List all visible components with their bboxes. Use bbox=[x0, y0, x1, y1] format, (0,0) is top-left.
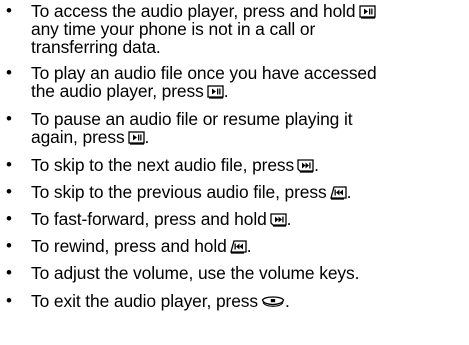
play-pause-key-icon bbox=[358, 5, 376, 19]
instruction-document: • To access the audio player, press and … bbox=[0, 0, 469, 345]
list-item: • To skip to the next audio file, press. bbox=[6, 155, 319, 175]
list-item: • To exit the audio player, press. bbox=[6, 291, 290, 311]
list-item: • To pause an audio file or resume playi… bbox=[6, 109, 353, 147]
instruction-text: To skip to the previous audio file, pres… bbox=[31, 182, 327, 202]
list-item: • To rewind, press and hold. bbox=[6, 236, 252, 256]
instruction-text: To fast-forward, press and hold bbox=[31, 209, 267, 229]
instruction-text: To pause an audio file or resume playing… bbox=[31, 109, 353, 129]
bullet: • bbox=[6, 109, 12, 128]
instruction-text: To access the audio player, press and ho… bbox=[31, 1, 356, 21]
list-item: • To skip to the previous audio file, pr… bbox=[6, 182, 352, 202]
list-item: • To fast-forward, press and hold. bbox=[6, 209, 292, 229]
instruction-text: transferring data. bbox=[31, 37, 161, 57]
previous-track-key-icon bbox=[229, 240, 247, 254]
instruction-text: the audio player, press bbox=[31, 81, 204, 101]
bullet: • bbox=[6, 182, 12, 201]
bullet: • bbox=[6, 263, 12, 282]
instruction-text: any time your phone is not in a call or bbox=[31, 19, 316, 39]
bullet: • bbox=[6, 1, 12, 20]
instruction-text: To adjust the volume, use the volume key… bbox=[31, 263, 360, 283]
next-track-key-icon bbox=[270, 213, 287, 227]
instruction-text: To exit the audio player, press bbox=[31, 291, 258, 311]
end-key-icon bbox=[261, 295, 285, 309]
instruction-text: To rewind, press and hold bbox=[31, 236, 227, 256]
list-item: • To play an audio file once you have ac… bbox=[6, 63, 377, 101]
list-item: • To access the audio player, press and … bbox=[0, 2, 376, 56]
list-item: • To adjust the volume, use the volume k… bbox=[0, 263, 360, 283]
bullet: • bbox=[6, 291, 12, 310]
bullet: • bbox=[6, 236, 12, 255]
instruction-text: To skip to the next audio file, press bbox=[31, 155, 295, 175]
previous-track-key-icon bbox=[329, 186, 347, 200]
instruction-text: again, press bbox=[31, 127, 125, 147]
instruction-text: To play an audio file once you have acce… bbox=[31, 63, 377, 83]
bullet: • bbox=[6, 155, 12, 174]
bullet: • bbox=[6, 63, 12, 82]
bullet: • bbox=[6, 209, 12, 228]
play-pause-key-icon bbox=[127, 131, 145, 145]
play-pause-key-icon bbox=[207, 85, 224, 99]
next-track-key-icon bbox=[297, 159, 314, 173]
